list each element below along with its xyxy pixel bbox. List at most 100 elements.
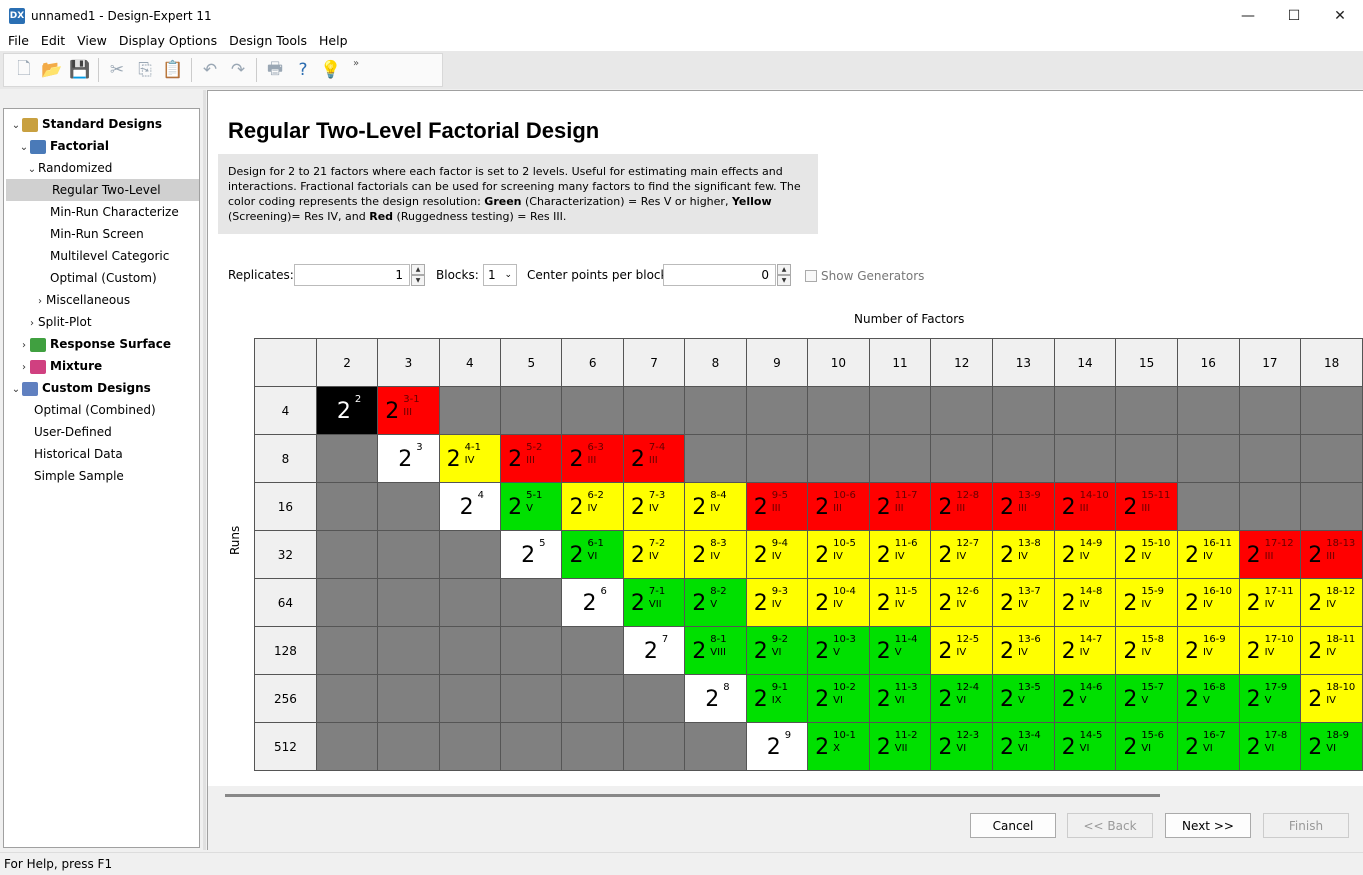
spin-down-icon[interactable]: ▼	[411, 275, 425, 286]
design-cell[interactable]: 2 8-1 VIII	[684, 626, 747, 675]
minimize-button[interactable]: —	[1225, 0, 1271, 31]
design-cell[interactable]: 2 18-13 III	[1300, 530, 1363, 579]
spin-up-icon[interactable]: ▲	[411, 264, 425, 275]
menu-help[interactable]: Help	[313, 31, 354, 51]
design-cell[interactable]: 2 18-10 IV	[1300, 674, 1363, 723]
design-cell[interactable]: 2 10-4 IV	[807, 578, 870, 627]
blocks-select[interactable]: 1 ⌄	[483, 264, 517, 286]
collapse-caret-icon[interactable]: ›	[18, 357, 30, 379]
design-cell[interactable]: 26	[561, 578, 624, 627]
design-cell[interactable]: 2 13-9 III	[992, 482, 1055, 531]
design-cell[interactable]: 2 10-5 IV	[807, 530, 870, 579]
design-cell[interactable]: 23	[377, 434, 440, 483]
design-cell[interactable]: 2 8-4 IV	[684, 482, 747, 531]
design-cell[interactable]: 2 5-1 V	[500, 482, 563, 531]
expand-caret-icon[interactable]: ⌄	[18, 137, 30, 159]
tree-item-optimal-custom[interactable]: Optimal (Custom)	[4, 267, 197, 289]
design-cell[interactable]: 2 16-8 V	[1176, 674, 1240, 723]
design-cell[interactable]: 2 15-10 IV	[1115, 530, 1178, 579]
collapse-caret-icon[interactable]: ›	[34, 291, 46, 313]
replicates-spinner[interactable]: ▲ ▼	[411, 264, 425, 286]
next-button[interactable]: Next >>	[1165, 813, 1251, 838]
design-cell[interactable]: 2 6-1 VI	[561, 530, 624, 579]
design-cell[interactable]: 2 14-10 III	[1053, 482, 1117, 531]
design-cell[interactable]: 2 6-2 IV	[561, 482, 624, 531]
collapse-caret-icon[interactable]: ›	[18, 335, 30, 357]
tree-item-multilevel-categoric[interactable]: Multilevel Categoric	[4, 245, 197, 267]
menu-view[interactable]: View	[71, 31, 113, 51]
design-cell[interactable]: 2 13-4 VI	[992, 722, 1055, 771]
back-button[interactable]: << Back	[1067, 813, 1153, 838]
design-cell[interactable]: 24	[438, 482, 502, 531]
splitter[interactable]	[203, 90, 206, 850]
design-cell[interactable]: 2 15-7 V	[1115, 674, 1178, 723]
design-cell[interactable]: 29	[745, 722, 809, 771]
design-cell[interactable]: 2 9-1 IX	[745, 674, 809, 723]
horizontal-scrollbar[interactable]	[225, 794, 1160, 797]
tree-item-factorial[interactable]: ⌄ Factorial	[4, 135, 197, 157]
menu-display-options[interactable]: Display Options	[113, 31, 223, 51]
design-cell[interactable]: 2 10-1 X	[807, 722, 870, 771]
tree-item-simple-sample[interactable]: Simple Sample	[4, 465, 197, 487]
design-cell[interactable]: 27	[622, 626, 686, 675]
close-button[interactable]: ✕	[1317, 0, 1363, 31]
new-icon[interactable]: 🗋	[10, 56, 38, 84]
design-cell[interactable]: 2 12-6 IV	[930, 578, 994, 627]
save-icon[interactable]: 💾	[66, 56, 94, 84]
design-cell[interactable]: 2 12-7 IV	[930, 530, 994, 579]
design-cell[interactable]: 2 17-11 IV	[1238, 578, 1302, 627]
design-cell[interactable]: 2 15-8 IV	[1115, 626, 1178, 675]
undo-icon[interactable]: ↶	[196, 56, 224, 84]
design-cell[interactable]: 2 11-3 VI	[868, 674, 932, 723]
design-cell[interactable]: 2 13-6 IV	[992, 626, 1055, 675]
expand-caret-icon[interactable]: ⌄	[26, 159, 38, 181]
design-cell[interactable]: 2 7-2 IV	[622, 530, 686, 579]
tree-item-randomized[interactable]: ⌄ Randomized	[4, 157, 197, 179]
cancel-button[interactable]: Cancel	[970, 813, 1056, 838]
design-cell[interactable]: 2 4-1 IV	[438, 434, 502, 483]
design-cell[interactable]: 2 8-3 IV	[684, 530, 747, 579]
design-cell[interactable]: 2 13-8 IV	[992, 530, 1055, 579]
design-cell[interactable]: 2 14-6 V	[1053, 674, 1117, 723]
spin-down-icon[interactable]: ▼	[777, 275, 791, 286]
design-cell[interactable]: 2 9-5 III	[745, 482, 809, 531]
design-cell[interactable]: 2 15-6 VI	[1115, 722, 1178, 771]
design-cell[interactable]: 2 12-4 VI	[930, 674, 994, 723]
tree-item-min-run-screen[interactable]: Min-Run Screen	[4, 223, 197, 245]
design-cell[interactable]: 2 6-3 III	[561, 434, 624, 483]
design-cell[interactable]: 2 16-11 IV	[1176, 530, 1240, 579]
tree-item-user-defined[interactable]: User-Defined	[4, 421, 197, 443]
design-cell[interactable]: 2 9-2 VI	[745, 626, 809, 675]
center-points-input[interactable]: 0	[663, 264, 776, 286]
toolbar-overflow-icon[interactable]: »	[353, 58, 359, 69]
replicates-input[interactable]: 1	[294, 264, 410, 286]
design-cell[interactable]: 2 3-1 III	[377, 386, 440, 435]
design-cell[interactable]: 2 13-5 V	[992, 674, 1055, 723]
menu-edit[interactable]: Edit	[35, 31, 71, 51]
design-cell[interactable]: 22	[315, 386, 379, 435]
print-icon[interactable]: 🖶	[261, 56, 289, 84]
tree-item-custom-designs[interactable]: ⌄ Custom Designs	[4, 377, 197, 399]
tree-item-response-surface[interactable]: › Response Surface	[4, 333, 197, 355]
design-cell[interactable]: 2 18-11 IV	[1300, 626, 1363, 675]
design-cell[interactable]: 25	[500, 530, 563, 579]
expand-caret-icon[interactable]: ⌄	[10, 115, 22, 137]
open-icon[interactable]: 📂	[38, 56, 66, 84]
design-cell[interactable]: 2 9-4 IV	[745, 530, 809, 579]
design-cell[interactable]: 2 10-3 V	[807, 626, 870, 675]
design-cell[interactable]: 2 14-5 VI	[1053, 722, 1117, 771]
design-cell[interactable]: 2 15-9 IV	[1115, 578, 1178, 627]
tree-item-min-run-characterize[interactable]: Min-Run Characterize	[4, 201, 197, 223]
design-cell[interactable]: 2 7-1 VII	[622, 578, 686, 627]
design-cell[interactable]: 2 11-2 VII	[868, 722, 932, 771]
design-cell[interactable]: 2 16-9 IV	[1176, 626, 1240, 675]
design-cell[interactable]: 2 13-7 IV	[992, 578, 1055, 627]
tree-item-split-plot[interactable]: › Split-Plot	[4, 311, 197, 333]
design-cell[interactable]: 2 16-7 VI	[1176, 722, 1240, 771]
design-cell[interactable]: 2 12-3 VI	[930, 722, 994, 771]
tree-item-mixture[interactable]: › Mixture	[4, 355, 197, 377]
design-cell[interactable]: 2 10-6 III	[807, 482, 870, 531]
help-icon[interactable]: ?	[289, 56, 317, 84]
design-cell[interactable]: 2 14-9 IV	[1053, 530, 1117, 579]
design-cell[interactable]: 2 11-7 III	[868, 482, 932, 531]
